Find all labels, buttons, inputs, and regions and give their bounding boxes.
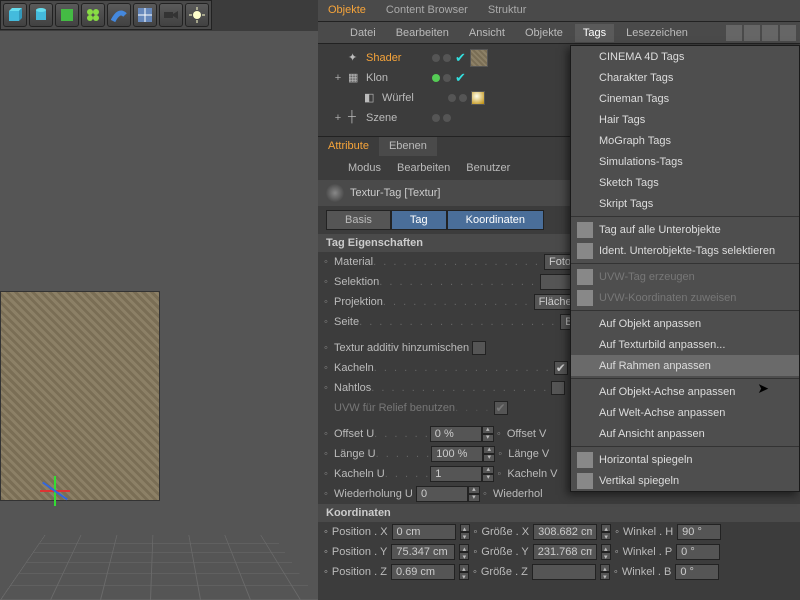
menu-item[interactable]: Horizontal spiegeln [571, 449, 799, 470]
wiedu-field[interactable] [416, 486, 468, 502]
tab-ebenen[interactable]: Ebenen [379, 137, 437, 156]
submenu-modus[interactable]: Modus [342, 160, 387, 176]
tab-objekte[interactable]: Objekte [318, 0, 376, 21]
additiv-checkbox[interactable] [472, 341, 486, 355]
menu-item[interactable]: Charakter Tags [571, 67, 799, 88]
tags-dropdown: CINEMA 4D TagsCharakter TagsCineman Tags… [570, 45, 800, 492]
menu-item[interactable]: UVW-Tag erzeugen [571, 266, 799, 287]
menu-item[interactable]: Sketch Tags [571, 172, 799, 193]
shader-icon: ✦ [348, 51, 362, 65]
posy-field[interactable] [391, 544, 455, 560]
menu-objekte[interactable]: Objekte [517, 24, 571, 42]
tab-attribute[interactable]: Attribute [318, 137, 379, 156]
grid-icon [577, 290, 593, 306]
mode-basis[interactable]: Basis [326, 210, 391, 230]
object-panel-menubar: Datei Bearbeiten Ansicht Objekte Tags Le… [318, 22, 800, 44]
offsetu-field[interactable] [430, 426, 482, 442]
search-icon[interactable] [726, 25, 742, 41]
menu-item[interactable]: CINEMA 4D Tags [571, 46, 799, 67]
texture-tag-thumb[interactable] [470, 49, 488, 67]
tool-camera[interactable] [159, 3, 183, 27]
menu-item[interactable]: Auf Texturbild anpassen... [571, 334, 799, 355]
sizey-field[interactable] [533, 544, 597, 560]
tab-content-browser[interactable]: Content Browser [376, 0, 478, 21]
posx-field[interactable] [392, 524, 456, 540]
submenu-bearbeiten[interactable]: Bearbeiten [391, 160, 456, 176]
menu-item[interactable]: Auf Welt-Achse anpassen [571, 402, 799, 423]
tag-icon [577, 222, 593, 238]
plus-icon[interactable] [780, 25, 796, 41]
coord-row-y: ◦Position . Y▴▾◦Größe . Y▴▾◦Winkel . P [318, 542, 800, 562]
viewport-grid [0, 535, 318, 600]
submenu-benutzer[interactable]: Benutzer [460, 160, 516, 176]
nahtlos-checkbox[interactable] [551, 381, 565, 395]
texture-thumb-icon [326, 184, 344, 202]
posz-field[interactable] [391, 564, 455, 580]
tool-cube[interactable] [3, 3, 27, 27]
uvw-checkbox[interactable]: ✔ [494, 401, 508, 415]
sphere-icon [577, 243, 593, 259]
laengeu-field[interactable] [431, 446, 483, 462]
menu-item[interactable]: Cineman Tags [571, 88, 799, 109]
menu-datei[interactable]: Datei [342, 24, 384, 42]
funnel-icon[interactable] [762, 25, 778, 41]
menu-item[interactable]: Hair Tags [571, 109, 799, 130]
tool-extrude[interactable] [55, 3, 79, 27]
tool-cylinder[interactable] [29, 3, 53, 27]
mirror-h-icon [577, 452, 593, 468]
kacheln-checkbox[interactable]: ✔ [554, 361, 568, 375]
mode-koordinaten[interactable]: Koordinaten [447, 210, 544, 230]
eye-icon[interactable] [744, 25, 760, 41]
coord-row-z: ◦Position . Z▴▾◦Größe . Z▴▾◦Winkel . B [318, 562, 800, 582]
coord-row-x: ◦Position . X▴▾◦Größe . X▴▾◦Winkel . H [318, 522, 800, 542]
sizex-field[interactable] [533, 524, 597, 540]
menu-item[interactable]: Simulations-Tags [571, 151, 799, 172]
kachelnu-field[interactable] [430, 466, 482, 482]
menu-ansicht[interactable]: Ansicht [461, 24, 513, 42]
menu-item[interactable]: MoGraph Tags [571, 130, 799, 151]
menu-item[interactable]: Tag auf alle Unterobjekte [571, 219, 799, 240]
object-panel-tabs: Objekte Content Browser Struktur [318, 0, 800, 22]
tool-floor[interactable] [133, 3, 157, 27]
sizez-field[interactable] [532, 564, 596, 580]
winkb-field[interactable] [675, 564, 719, 580]
clone-icon: ▦ [348, 71, 362, 85]
main-toolbar [0, 0, 212, 30]
axis-gizmo[interactable] [10, 460, 70, 520]
tool-light[interactable] [185, 3, 209, 27]
menu-item[interactable]: Auf Objekt anpassen [571, 313, 799, 334]
mirror-v-icon [577, 473, 593, 489]
tool-sweep[interactable] [107, 3, 131, 27]
winkh-field[interactable] [677, 524, 721, 540]
tool-array[interactable] [81, 3, 105, 27]
null-icon: ┼ [348, 111, 362, 125]
grid-icon [577, 269, 593, 285]
menu-tags[interactable]: Tags [575, 24, 614, 42]
menu-item[interactable]: Auf Ansicht anpassen [571, 423, 799, 444]
mode-tag[interactable]: Tag [391, 210, 447, 230]
mouse-cursor: ➤ [757, 380, 769, 397]
viewport[interactable] [0, 31, 318, 600]
tab-struktur[interactable]: Struktur [478, 0, 537, 21]
orange-tag-thumb[interactable] [471, 91, 485, 105]
menu-bearbeiten[interactable]: Bearbeiten [388, 24, 457, 42]
menu-item[interactable]: Auf Rahmen anpassen [571, 355, 799, 376]
menu-item[interactable]: Ident. Unterobjekte-Tags selektieren [571, 240, 799, 261]
winkp-field[interactable] [676, 544, 720, 560]
menu-item[interactable]: Skript Tags [571, 193, 799, 214]
menu-lesezeichen[interactable]: Lesezeichen [618, 24, 696, 42]
menu-item[interactable]: UVW-Koordinaten zuweisen [571, 287, 799, 308]
section-koordinaten: Koordinaten [318, 504, 800, 522]
menu-item[interactable]: Vertikal spiegeln [571, 470, 799, 491]
cube-icon: ◧ [364, 91, 378, 105]
